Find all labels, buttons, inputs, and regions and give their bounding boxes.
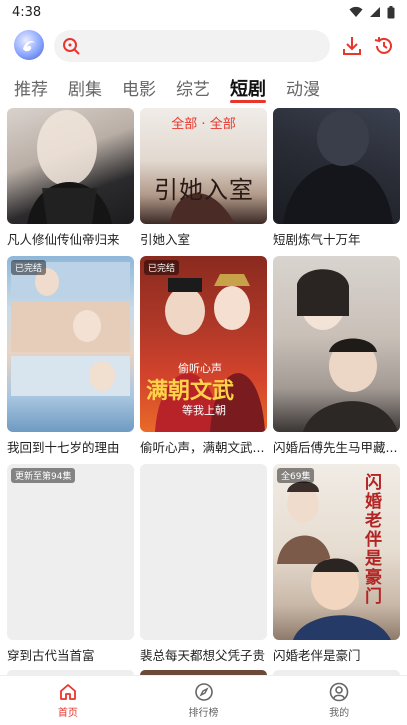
drama-poster[interactable] xyxy=(7,108,134,224)
tab-short-drama[interactable]: 短剧 xyxy=(230,74,266,106)
drama-poster[interactable] xyxy=(273,108,400,224)
drama-poster[interactable]: 全69集 闪婚老伴是豪门 xyxy=(273,464,400,640)
drama-poster[interactable]: 已完结 xyxy=(7,256,134,432)
nav-profile[interactable]: 我的 xyxy=(271,676,407,725)
drama-card[interactable]: 裴总每天都想父凭子贵 xyxy=(140,464,267,664)
drama-title: 闪婚后傅先生马甲藏... xyxy=(273,440,398,455)
poster-figure xyxy=(170,193,235,224)
drama-poster[interactable] xyxy=(140,464,267,640)
compass-icon xyxy=(194,683,213,701)
header xyxy=(0,26,407,68)
nav-home[interactable]: 首页 xyxy=(0,676,136,725)
drama-poster[interactable]: 更新至第94集 xyxy=(7,464,134,640)
drama-title: 短剧炼气十万年 xyxy=(273,232,361,247)
drama-card[interactable]: 短剧炼气十万年 xyxy=(273,108,400,248)
nav-ranking[interactable]: 排行榜 xyxy=(136,676,272,725)
category-tabs: 推荐 剧集 电影 综艺 短剧 动漫 xyxy=(0,74,407,106)
wifi-icon xyxy=(349,6,363,17)
download-button[interactable] xyxy=(340,34,364,58)
status-badge: 已完结 xyxy=(144,260,180,275)
drama-title: 引她入室 xyxy=(140,232,191,247)
drama-title: 凡人修仙传仙帝归来 xyxy=(7,232,120,247)
poster-title-text: 满朝文武 xyxy=(146,379,235,404)
status-time: 4:38 xyxy=(12,4,42,20)
poster-figure xyxy=(11,262,130,396)
download-icon xyxy=(343,37,361,55)
poster-figure xyxy=(27,110,112,224)
poster-title-text: 闪婚老伴是豪门 xyxy=(365,473,382,607)
drama-poster[interactable]: 已完结 偷听心声 满朝文武 等我上朝 xyxy=(140,256,267,432)
drama-card[interactable]: 全69集 闪婚老伴是豪门 闪婚老伴是豪门 xyxy=(273,464,400,664)
poster-figure xyxy=(283,110,393,224)
drama-card[interactable]: 更新至第94集 穿到古代当首富 xyxy=(7,464,134,664)
app-logo[interactable] xyxy=(14,30,44,60)
battery-icon xyxy=(387,5,395,18)
status-bar: 4:38 xyxy=(0,0,407,24)
nav-ranking-label: 排行榜 xyxy=(188,708,219,719)
logo-icon xyxy=(23,41,35,52)
drama-title: 穿到古代当首富 xyxy=(7,648,95,663)
tab-series[interactable]: 剧集 xyxy=(68,74,102,106)
search-input[interactable] xyxy=(54,30,330,62)
bottom-nav: 首页 排行榜 我的 xyxy=(0,675,407,725)
tab-variety[interactable]: 综艺 xyxy=(176,74,210,106)
drama-card[interactable]: 已完结 偷听心声 满朝文武 等我上朝 偷听心声，满朝文武... xyxy=(140,256,267,456)
tab-recommend[interactable]: 推荐 xyxy=(14,74,48,106)
drama-title: 我回到十七岁的理由 xyxy=(7,440,120,455)
drama-title: 偷听心声，满朝文武... xyxy=(140,440,265,455)
status-badge: 已完结 xyxy=(11,260,47,275)
tab-movie[interactable]: 电影 xyxy=(122,74,156,106)
status-badge: 更新至第94集 xyxy=(11,468,76,483)
signal-icon xyxy=(370,7,380,17)
drama-card[interactable]: 已完结 我回到十七岁的理由 xyxy=(7,256,134,456)
drama-title: 裴总每天都想父凭子贵 xyxy=(140,648,266,663)
poster-subtitle-text-2: 等我上朝 xyxy=(182,404,226,417)
status-badge: 全69集 xyxy=(277,468,315,483)
history-icon xyxy=(374,37,392,54)
user-icon xyxy=(329,682,349,702)
poster-figure xyxy=(297,269,398,432)
drama-poster[interactable]: 全部 · 全部 引她入室 xyxy=(140,108,267,224)
tab-anime[interactable]: 动漫 xyxy=(286,74,320,106)
drama-card[interactable]: 凡人修仙传仙帝归来 xyxy=(7,108,134,248)
drama-poster[interactable] xyxy=(273,256,400,432)
content-grid: 凡人修仙传仙帝归来 全部 · 全部 引她入室 引她入室 短剧炼气十万年 已完结 … xyxy=(0,108,407,675)
search-icon xyxy=(63,38,80,55)
status-icons xyxy=(349,5,395,19)
drama-card[interactable]: 全部 · 全部 引她入室 引她入室 xyxy=(140,108,267,248)
home-icon xyxy=(59,684,76,700)
drama-card[interactable]: 闪婚后傅先生马甲藏... xyxy=(273,256,400,456)
history-button[interactable] xyxy=(372,34,396,58)
poster-title-text: 引她入室 xyxy=(154,176,254,204)
nav-home-label: 首页 xyxy=(57,708,78,719)
nav-profile-label: 我的 xyxy=(329,708,350,719)
drama-title: 闪婚老伴是豪门 xyxy=(273,648,361,663)
